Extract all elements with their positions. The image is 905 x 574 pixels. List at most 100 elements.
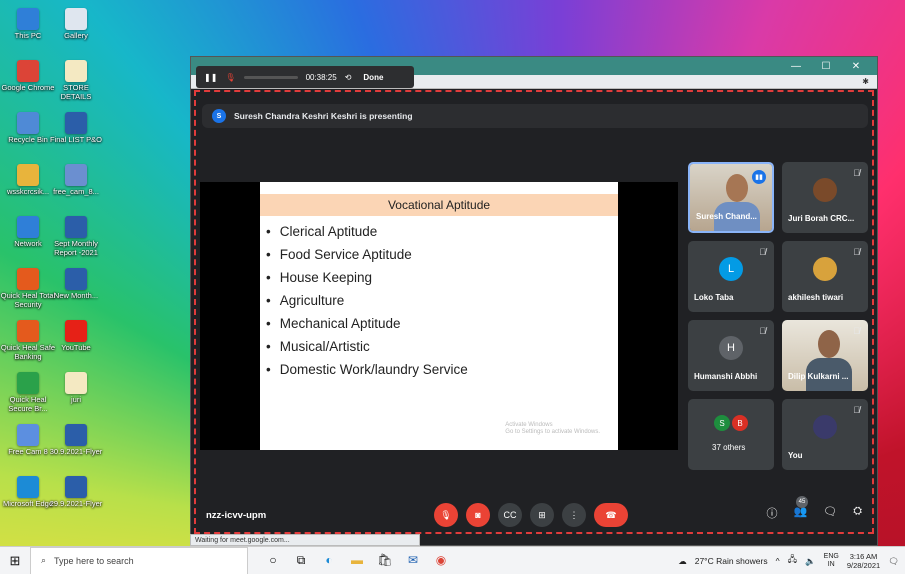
camera-toggle-button[interactable]: ◙ [466,503,490,527]
mute-mic-icon[interactable]: 🎙 [225,73,235,82]
participant-name: You [788,451,803,460]
desktop-shortcut[interactable]: Final LIST P&O [48,112,104,164]
mic-off-icon: 🎙̸ [853,168,860,178]
desktop-shortcut-label: Final LIST P&O [50,135,102,144]
restart-icon[interactable]: ⟲ [345,73,352,82]
weather-text[interactable]: 27°C Rain showers [695,556,768,566]
mic-off-icon: 🎙̸ [759,247,766,257]
desktop-shortcut[interactable]: New Month... [48,268,104,320]
captions-button[interactable]: CC [498,503,522,527]
participant-tile[interactable]: 🎙̸ Dilip Kulkarni ... [782,320,868,391]
meeting-code: nzz-icvv-upm [206,509,267,521]
browser-status-bar: Waiting for meet.google.com... [190,534,420,546]
slide-bullet: Domestic Work/laundry Service [266,358,618,381]
close-icon[interactable]: ✕ [841,61,871,72]
weather-icon[interactable]: ☁ [678,556,687,567]
desktop-shortcut[interactable]: Sept Monthly Report -2021 [48,216,104,268]
presentation-stage: Vocational Aptitude Clerical AptitudeFoo… [200,182,678,450]
participant-name: Suresh Chand... [696,212,757,221]
windows-start-icon[interactable]: ⊞ [0,553,30,569]
desktop-shortcut[interactable]: YouTube [48,320,104,372]
document-icon [65,60,87,82]
participant-name: akhilesh tiwari [788,293,844,302]
chrome-taskbar-icon[interactable]: ◉ [432,553,450,568]
free-cam-icon [17,424,39,446]
pause-icon[interactable]: ❚❚ [204,73,217,82]
desktop-shortcut[interactable]: free_cam_8... [48,164,104,216]
desktop-shortcut[interactable]: 30.9.2021-Flyer [48,424,104,476]
slide-bullet-list: Clerical AptitudeFood Service AptitudeHo… [260,216,618,381]
more-options-button[interactable]: ⋮ [562,503,586,527]
edge-taskbar-icon[interactable]: ◐ [320,553,338,568]
store-icon[interactable]: 🛍 [376,553,394,568]
clock[interactable]: 3:16 AM 9/28/2021 [847,552,880,570]
cortana-icon[interactable]: ○ [264,553,282,568]
notifications-icon[interactable]: 🗨 [888,556,899,567]
volume-icon[interactable]: 🔈 [805,556,816,567]
desktop-shortcut[interactable]: juri [48,372,104,424]
desktop-shortcut-label: Sept Monthly Report -2021 [54,239,98,257]
taskbar-search[interactable]: ⌕ Type here to search [30,546,248,574]
mic-off-icon: 🎙̸ [759,326,766,336]
word-doc-icon [65,476,87,498]
mail-icon[interactable]: ✉ [404,553,422,568]
file-explorer-icon[interactable]: ▬ [348,553,366,568]
safe-banking-icon [17,320,39,342]
call-controls: 🎙 ◙ CC ⊞ ⋮ ☎ [434,503,628,527]
mic-off-icon: 🎙̸ [853,405,860,415]
word-doc-icon [65,112,87,134]
extension-icon[interactable]: ✱ [862,77,869,86]
present-button[interactable]: ⊞ [530,503,554,527]
watermark-line-2: Go to Settings to activate Windows. [505,429,600,435]
task-view-icon[interactable]: ⧉ [292,553,310,568]
network-tray-icon[interactable]: 🖧 [788,554,797,568]
end-call-button[interactable]: ☎ [594,503,628,527]
presenting-banner: S Suresh Chandra Keshri Keshri is presen… [202,104,868,128]
desktop-column-2: Gallery STORE DETAILS Final LIST P&O free_c… [48,8,104,528]
desktop-shortcut-label: juri [70,395,81,404]
minimize-icon[interactable]: — [781,61,811,72]
slide-bullet: House Keeping [266,266,618,289]
desktop-shortcut-label: Gallery [64,31,88,40]
activities-icon[interactable]: ⛭ [853,505,862,521]
slide-bullet: Food Service Aptitude [266,243,618,266]
participant-tile-you[interactable]: 🎙̸ You [782,399,868,470]
participant-tile[interactable]: 🎙̸ L Loko Taba [688,241,774,312]
language-indicator[interactable]: ENG IN [824,553,839,569]
quick-heal-icon [17,268,39,290]
meeting-details-icon[interactable]: ⓘ [767,505,778,521]
document-icon [65,372,87,394]
participant-tile[interactable]: 🎙̸ akhilesh tiwari [782,241,868,312]
maximize-icon[interactable]: ☐ [811,61,841,72]
participant-tile[interactable]: ▮▮ Suresh Chand... [688,162,774,233]
others-avatar: S [714,415,730,431]
mic-toggle-button[interactable]: 🎙 [434,503,458,527]
desktop-shortcut[interactable]: STORE DETAILS [48,60,104,112]
desktop-shortcut[interactable]: Gallery [48,8,104,60]
search-icon: ⌕ [41,555,47,565]
youtube-icon [65,320,87,342]
participant-tile[interactable]: S B 37 others [688,399,774,470]
system-tray: ☁ 27°C Rain showers ^ 🖧 🔈 ENG IN 3:16 AM… [678,547,899,574]
others-avatars: S B [714,415,748,431]
recording-toolbar: ❚❚ 🎙 00:38:25 ⟲ Done [196,66,414,88]
chrome-icon [17,60,39,82]
recycle-bin-icon [17,112,39,134]
speaking-indicator-icon: ▮▮ [752,170,766,184]
lang-line-1: ENG [823,553,839,560]
desktop-shortcut-label: free_cam_8... [53,187,99,196]
desktop-shortcut[interactable]: 29.9.2021-Flyer [48,476,104,528]
secure-browser-icon [17,372,39,394]
document-icon [65,8,87,30]
word-doc-icon [65,216,87,238]
participant-avatar [813,257,837,281]
participant-avatar [813,178,837,202]
chat-icon[interactable]: 🗨 [823,505,837,521]
participant-tile[interactable]: 🎙̸ H Humanshi Abbhi [688,320,774,391]
chevron-up-icon[interactable]: ^ [776,556,780,566]
desktop-shortcut-label: YouTube [61,343,91,352]
participant-tile[interactable]: 🎙̸ Juri Borah CRC... [782,162,868,233]
edge-icon [17,476,39,498]
presenting-text: Suresh Chandra Keshri Keshri is presenti… [234,111,413,121]
done-button[interactable]: Done [363,73,383,82]
